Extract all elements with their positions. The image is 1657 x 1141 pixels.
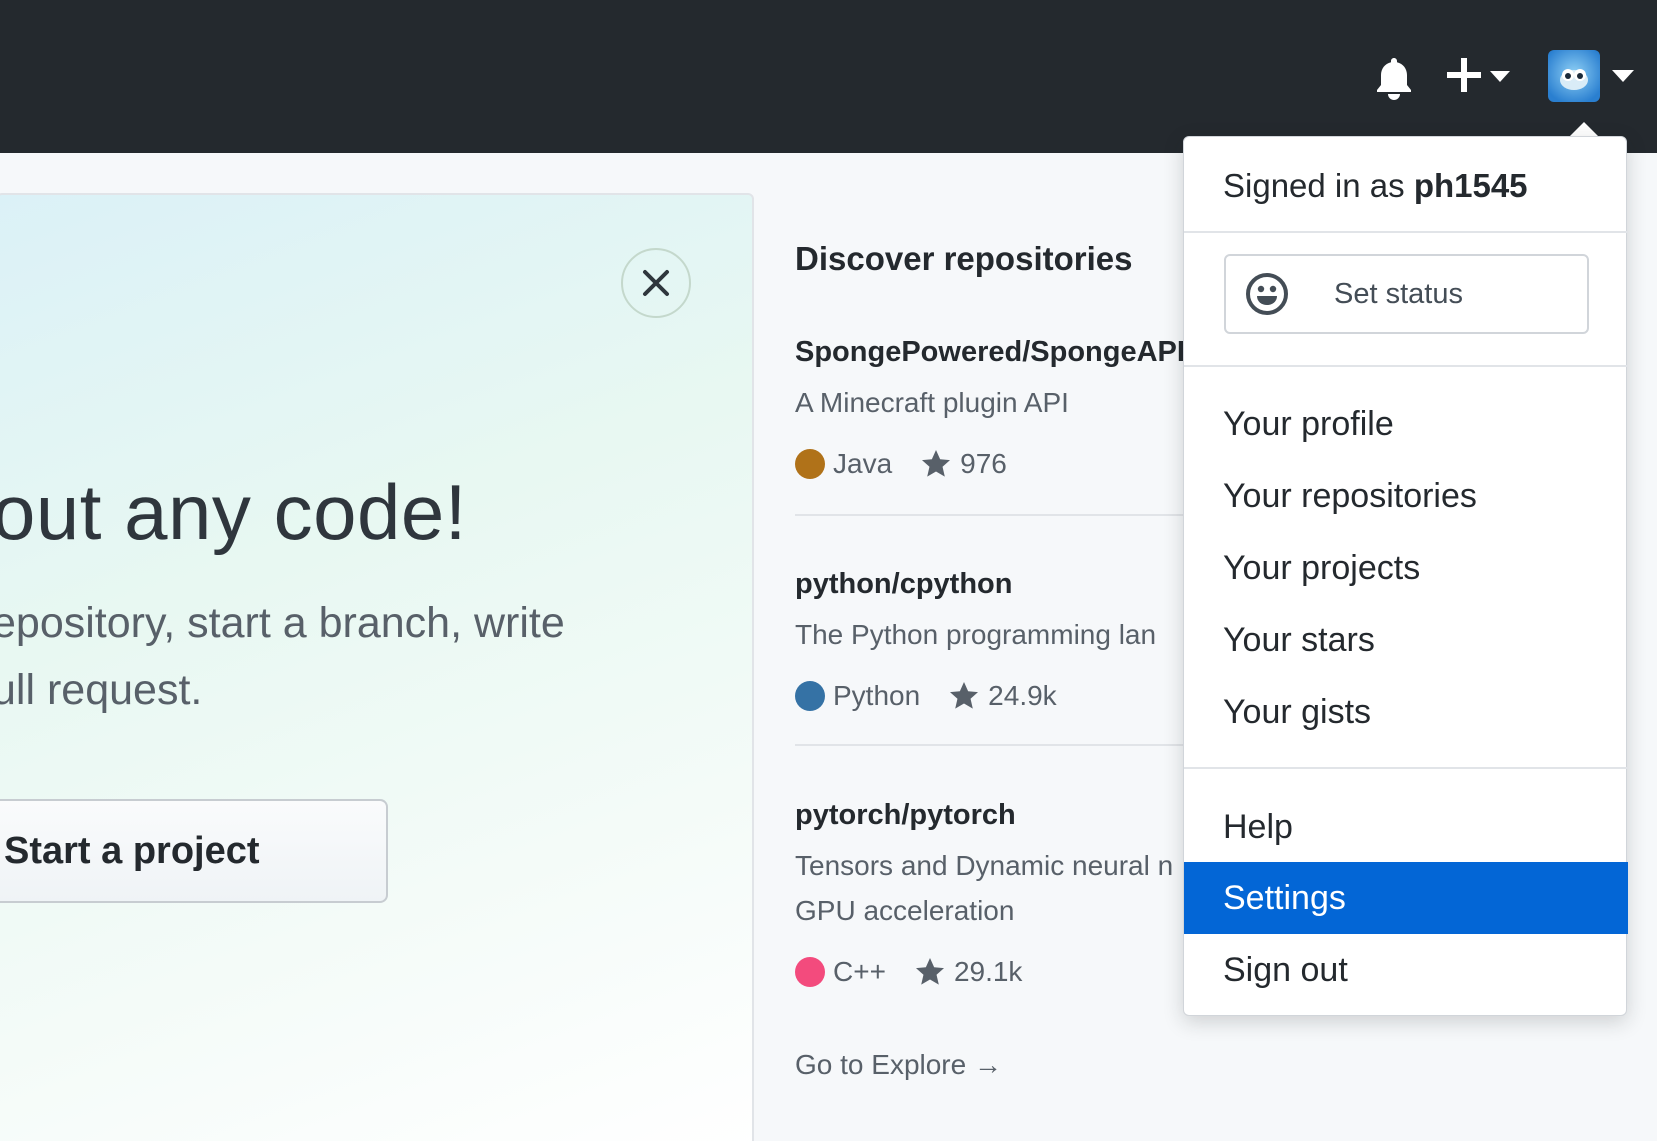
menu-item-your-gists[interactable]: Your gists xyxy=(1184,676,1628,748)
repo-stars-link[interactable]: 976 xyxy=(920,448,1007,480)
chevron-down-icon xyxy=(1612,70,1634,82)
signed-in-prefix: Signed in as xyxy=(1223,167,1405,204)
divider xyxy=(1184,767,1628,769)
repo-description: The Python programming lan xyxy=(795,612,1156,657)
repo-description: Tensors and Dynamic neural n GPU acceler… xyxy=(795,843,1173,933)
repo-description-line: GPU acceleration xyxy=(795,895,1015,926)
smiley-icon xyxy=(1246,273,1288,315)
repo-language: C++ xyxy=(833,956,886,987)
repo-name-link[interactable]: python/cpython xyxy=(795,568,1012,601)
hero-text-line-2: ull request. xyxy=(0,666,203,714)
repo-name-link[interactable]: SpongePowered/SpongeAPI xyxy=(795,336,1185,369)
menu-item-your-profile[interactable]: Your profile xyxy=(1184,388,1628,460)
repo-description: A Minecraft plugin API xyxy=(795,380,1069,425)
discover-heading: Discover repositories xyxy=(795,240,1133,277)
hero-title: thout any code! xyxy=(0,468,467,556)
repo-star-count: 976 xyxy=(960,448,1007,479)
set-status-label: Set status xyxy=(1334,277,1463,310)
menu-item-help[interactable]: Help xyxy=(1184,791,1628,863)
close-icon xyxy=(643,270,669,296)
signed-in-username: ph1545 xyxy=(1413,167,1528,204)
repo-star-count: 29.1k xyxy=(953,956,1023,987)
repo-meta: C++ 29.1k xyxy=(795,956,1022,988)
repo-meta: Java 976 xyxy=(795,448,1007,480)
repo-meta: Python 24.9k xyxy=(795,680,1057,712)
repo-name-link[interactable]: pytorch/pytorch xyxy=(795,799,1016,832)
signed-in-header: Signed in as ph1545 xyxy=(1223,167,1528,205)
set-status-button[interactable]: Set status xyxy=(1224,254,1589,334)
go-to-explore-link[interactable]: Go to Explore → xyxy=(795,1049,1002,1081)
top-navbar xyxy=(0,0,1657,153)
star-icon xyxy=(915,958,944,985)
repo-stars-link[interactable]: 29.1k xyxy=(914,956,1023,988)
star-icon xyxy=(922,450,951,477)
start-project-button[interactable]: Start a project xyxy=(0,799,388,903)
create-new-plus-icon[interactable] xyxy=(1446,52,1512,100)
star-icon xyxy=(950,682,979,709)
repo-description-line: A Minecraft plugin API xyxy=(795,387,1069,418)
divider xyxy=(1184,231,1628,233)
repo-star-count: 24.9k xyxy=(988,680,1057,711)
menu-item-sign-out[interactable]: Sign out xyxy=(1184,934,1628,1006)
repo-language: Java xyxy=(833,448,893,479)
avatar xyxy=(1548,50,1600,102)
menu-item-your-projects[interactable]: Your projects xyxy=(1184,532,1628,604)
language-color-dot xyxy=(795,449,825,479)
user-dropdown-menu: Signed in as ph1545 Set status Your prof… xyxy=(1183,136,1628,1016)
repo-description-line: Tensors and Dynamic neural n xyxy=(795,850,1174,881)
user-menu-toggle[interactable] xyxy=(1548,50,1640,104)
notifications-bell-icon[interactable] xyxy=(1372,54,1416,100)
language-color-dot xyxy=(795,957,825,987)
divider xyxy=(795,744,1195,746)
menu-item-your-repositories[interactable]: Your repositories xyxy=(1184,460,1628,532)
repo-description-line: The Python programming lan xyxy=(795,619,1157,650)
menu-item-settings[interactable]: Settings xyxy=(1184,862,1628,934)
dismiss-close-button[interactable] xyxy=(621,248,691,318)
menu-item-your-stars[interactable]: Your stars xyxy=(1184,604,1628,676)
repo-stars-link[interactable]: 24.9k xyxy=(948,680,1057,712)
repo-language: Python xyxy=(833,680,921,711)
welcome-hero-card: thout any code! epository, start a branc… xyxy=(0,193,754,1141)
divider xyxy=(795,514,1195,516)
hero-text-line-1: epository, start a branch, write xyxy=(0,599,565,647)
divider xyxy=(1184,365,1628,367)
language-color-dot xyxy=(795,681,825,711)
